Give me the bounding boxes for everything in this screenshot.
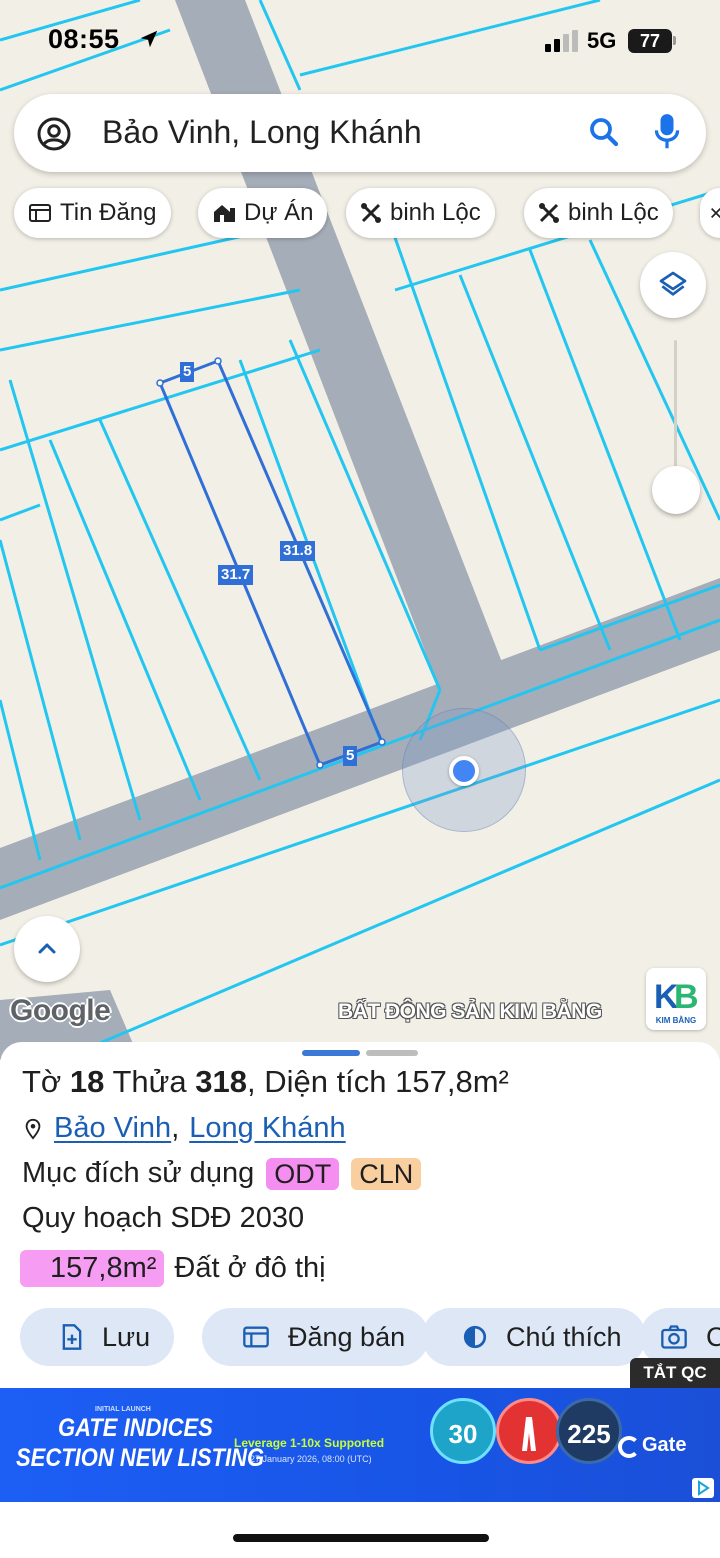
location-separator: , bbox=[171, 1112, 180, 1144]
ad-small-text: INITIAL LAUNCH bbox=[95, 1406, 151, 1413]
chip-tin-dang[interactable]: Tin Đăng bbox=[14, 188, 171, 238]
parcel-location: Bảo Vinh, Long Khánh bbox=[22, 1112, 346, 1145]
sheet-handle-inactive[interactable] bbox=[366, 1050, 418, 1056]
current-location-dot bbox=[449, 756, 479, 786]
plan-title: Quy hoạch SDĐ 2030 bbox=[22, 1202, 305, 1234]
microphone-icon[interactable] bbox=[654, 112, 680, 152]
tools-icon bbox=[539, 203, 559, 223]
legend-label: Chú thích bbox=[506, 1321, 622, 1352]
layers-icon bbox=[659, 271, 687, 296]
ad-brand-name: Gate bbox=[642, 1434, 687, 1456]
svg-text:B: B bbox=[674, 978, 699, 1016]
ad-leverage-text: Leverage 1-10x Supported bbox=[234, 1436, 385, 1450]
status-bar: 08:55 5G 77 bbox=[0, 0, 720, 80]
filter-chips: Tin Đăng Dự Án binh Lộc binh Lộc bbox=[14, 188, 720, 240]
parcel-info-sheet: Tờ 18 Thửa 318, Diện tích 157,8m² Bảo Vi… bbox=[0, 1042, 720, 1392]
plan-type: Đất ở đô thị bbox=[174, 1252, 326, 1284]
camera-icon bbox=[661, 1325, 687, 1349]
chevron-up-icon bbox=[38, 943, 56, 954]
save-label: Lưu bbox=[102, 1321, 151, 1352]
post-sale-button[interactable]: Đăng bán bbox=[202, 1308, 430, 1366]
listing-icon bbox=[29, 204, 51, 222]
chip-binh-loc-1[interactable]: binh Lộc bbox=[346, 188, 495, 238]
land-use-row: Mục đích sử dụng ODT CLN bbox=[22, 1157, 422, 1190]
battery-tip bbox=[673, 36, 676, 45]
tools-icon bbox=[361, 203, 381, 223]
ad-title-line2: SECTION NEW LISTING bbox=[16, 1444, 265, 1472]
search-input[interactable]: Bảo Vinh, Long Khánh bbox=[102, 114, 422, 151]
city-link[interactable]: Long Khánh bbox=[189, 1112, 345, 1145]
to-label: Tờ bbox=[22, 1064, 62, 1099]
parcel-label-bottom: 5 bbox=[343, 746, 358, 766]
chip-overflow[interactable] bbox=[700, 188, 720, 238]
purpose-label: Mục đích sử dụng bbox=[22, 1157, 255, 1189]
account-icon[interactable] bbox=[36, 116, 72, 152]
area-value: 157,8m² bbox=[395, 1064, 509, 1099]
chip-du-an[interactable]: Dự Án bbox=[198, 188, 328, 238]
location-pin-icon bbox=[25, 1118, 41, 1140]
signal-icon bbox=[545, 30, 578, 52]
legend-button[interactable]: Chú thích bbox=[422, 1308, 646, 1366]
area-label: , Diện tích bbox=[246, 1064, 387, 1099]
calendar-icon bbox=[243, 1326, 269, 1348]
thua-value: 318 bbox=[195, 1064, 247, 1099]
parcel-label-top: 5 bbox=[180, 362, 195, 382]
ad-coin-225: 225 bbox=[556, 1398, 622, 1464]
parcel-label-left: 31.7 bbox=[218, 565, 254, 585]
kim-bang-logo: K B KIM BẰNG bbox=[646, 968, 706, 1030]
network-type: 5G bbox=[587, 28, 617, 53]
tools-icon bbox=[711, 208, 720, 218]
gate-logo-icon bbox=[618, 1436, 640, 1458]
contrast-icon bbox=[463, 1325, 487, 1349]
ad-date-text: 27 January 2026, 08:00 (UTC) bbox=[250, 1454, 372, 1464]
expand-up-button[interactable] bbox=[14, 916, 80, 982]
chip-label: binh Lộc bbox=[568, 199, 659, 226]
chip-label: Tin Đăng bbox=[60, 199, 157, 226]
camera-label: C bbox=[706, 1321, 720, 1352]
post-sale-label: Đăng bán bbox=[288, 1321, 406, 1352]
home-indicator[interactable] bbox=[233, 1534, 489, 1542]
ad-choices-icon[interactable] bbox=[692, 1478, 714, 1498]
ad-title-line1: GATE INDICES bbox=[58, 1414, 213, 1442]
kim-bang-logo-text: KIM BẰNG bbox=[655, 1016, 697, 1025]
plan-area-pill: 157,8m² bbox=[20, 1250, 165, 1287]
to-value: 18 bbox=[69, 1064, 105, 1099]
ad-coin-red bbox=[496, 1398, 562, 1464]
project-icon bbox=[214, 205, 235, 222]
chip-label: Dự Án bbox=[244, 199, 314, 226]
layers-button[interactable] bbox=[640, 252, 706, 318]
add-doc-icon bbox=[62, 1324, 82, 1350]
save-button[interactable]: Lưu bbox=[20, 1308, 175, 1366]
thua-label: Thửa bbox=[112, 1064, 187, 1099]
battery-icon: 77 bbox=[628, 29, 672, 53]
parcel-title: Tờ 18 Thửa 318, Diện tích 157,8m² bbox=[22, 1064, 509, 1100]
ward-link[interactable]: Bảo Vinh bbox=[54, 1112, 171, 1145]
search-bar[interactable]: Bảo Vinh, Long Khánh bbox=[14, 94, 706, 172]
plan-row: 157,8m² Đất ở đô thị bbox=[20, 1250, 326, 1287]
ad-coin-30: 30 bbox=[430, 1398, 496, 1464]
close-ad-button[interactable]: TẮT QC bbox=[630, 1358, 720, 1388]
tag-odt: ODT bbox=[266, 1157, 340, 1190]
location-arrow-icon bbox=[140, 30, 158, 48]
chip-binh-loc-2[interactable]: binh Lộc bbox=[524, 188, 673, 238]
zoom-slider-thumb[interactable] bbox=[652, 466, 700, 514]
tag-cln: CLN bbox=[351, 1157, 422, 1190]
watermark-text: BẤT ĐỘNG SẢN KIM BẰNG bbox=[338, 1000, 602, 1023]
chip-label: binh Lộc bbox=[390, 199, 481, 226]
ad-banner[interactable]: INITIAL LAUNCH GATE INDICES SECTION NEW … bbox=[0, 1388, 720, 1502]
action-buttons: Lưu Đăng bán Chú thích C bbox=[20, 1308, 720, 1368]
google-logo: Google bbox=[10, 994, 111, 1027]
search-icon[interactable] bbox=[586, 114, 622, 150]
ad-coin-red-icon bbox=[522, 1417, 536, 1451]
clock: 08:55 bbox=[48, 24, 120, 54]
sheet-handle-active[interactable] bbox=[302, 1050, 360, 1056]
parcel-label-right: 31.8 bbox=[280, 541, 316, 561]
